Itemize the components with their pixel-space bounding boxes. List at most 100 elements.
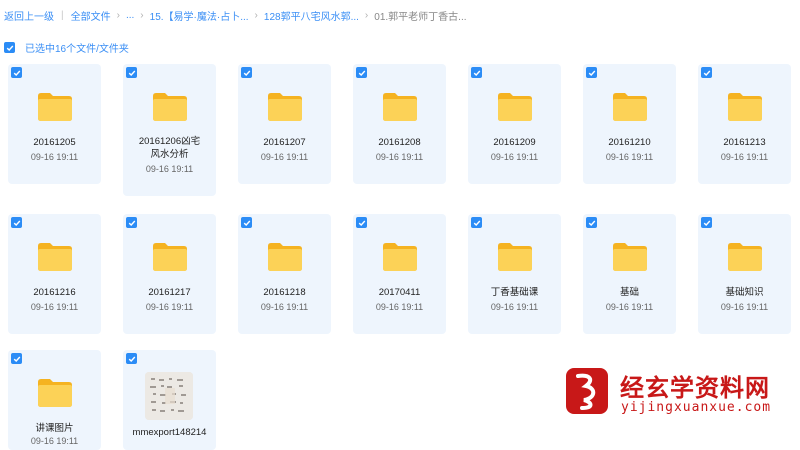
check-icon [13, 220, 20, 226]
folder-icon [383, 243, 417, 271]
folder-tile[interactable]: 丁香基础课 09-16 19:11 [468, 214, 561, 334]
item-name: 20161206凶宅风水分析 [138, 136, 201, 160]
folder-icon [613, 243, 647, 271]
item-checkbox[interactable] [356, 67, 367, 78]
folder-icon [728, 243, 762, 271]
chevron-right-icon: › [364, 9, 369, 21]
check-icon [128, 356, 135, 362]
image-thumbnail [145, 372, 193, 420]
folder-icon [38, 243, 72, 271]
folder-tile[interactable]: 基础 09-16 19:11 [583, 214, 676, 334]
item-checkbox[interactable] [241, 67, 252, 78]
item-date: 09-16 19:11 [375, 152, 424, 162]
check-icon [13, 356, 20, 362]
item-date: 09-16 19:11 [375, 302, 424, 312]
folder-tile[interactable]: 20161217 09-16 19:11 [123, 214, 216, 334]
check-icon [473, 70, 480, 76]
selection-summary: 已选中16个文件/文件夹 [25, 44, 129, 55]
item-checkbox[interactable] [11, 353, 22, 364]
item-checkbox[interactable] [356, 217, 367, 228]
chevron-right-icon: › [116, 9, 120, 21]
folder-tile[interactable]: 20161208 09-16 19:11 [353, 64, 446, 184]
item-checkbox[interactable] [241, 217, 252, 228]
check-icon [703, 220, 710, 226]
breadcrumb-all-files[interactable]: 全部文件 [71, 8, 111, 23]
separator: | [61, 9, 64, 21]
breadcrumb-current: 01.郭平老师丁香古... [374, 11, 467, 23]
item-name: 讲课图片 [35, 423, 74, 434]
folder-icon [38, 379, 72, 407]
item-checkbox[interactable] [126, 217, 137, 228]
file-tile[interactable]: mmexport148214 [123, 350, 216, 450]
folder-icon [268, 93, 302, 121]
item-name: 20161217 [148, 287, 191, 298]
folder-tile[interactable]: 20161218 09-16 19:11 [238, 214, 331, 334]
folder-tile[interactable]: 20161205 09-16 19:11 [8, 64, 101, 184]
breadcrumb-level1[interactable]: 15.【易学·魔法·占卜... [150, 8, 249, 23]
item-date: 09-16 19:11 [605, 302, 654, 312]
folder-tile[interactable]: 20170411 09-16 19:11 [353, 214, 446, 334]
folder-icon [728, 93, 762, 121]
item-name: 20161205 [33, 137, 76, 148]
watermark-site-name: 经玄学资料网 [620, 374, 770, 402]
item-checkbox[interactable] [11, 67, 22, 78]
item-name: 丁香基础课 [490, 287, 539, 298]
watermark-url: yijingxuanxue.com [621, 400, 772, 415]
folder-tile[interactable]: 基础知识 09-16 19:11 [698, 214, 791, 334]
item-date: 09-16 19:11 [260, 302, 309, 312]
check-icon [588, 70, 595, 76]
item-date: 09-16 19:11 [490, 302, 539, 312]
check-icon [243, 70, 250, 76]
folder-tile[interactable]: 20161207 09-16 19:11 [238, 64, 331, 184]
item-name: 20161216 [33, 287, 76, 298]
folder-icon [153, 243, 187, 271]
item-name: mmexport148214 [132, 427, 207, 438]
seal-logo-icon [566, 368, 608, 414]
item-checkbox[interactable] [471, 67, 482, 78]
item-date: 09-16 19:11 [30, 436, 79, 446]
check-icon [128, 70, 135, 76]
breadcrumb-level2[interactable]: 128郭平八宅风水郭... [264, 8, 359, 23]
item-checkbox[interactable] [471, 217, 482, 228]
item-name: 20161210 [608, 137, 651, 148]
select-all-checkbox[interactable] [4, 42, 15, 53]
item-name: 基础知识 [725, 287, 764, 298]
item-name: 20161218 [263, 287, 306, 298]
item-date: 09-16 19:11 [260, 152, 309, 162]
item-date: 09-16 19:11 [145, 302, 194, 312]
item-name: 20161207 [263, 137, 306, 148]
chevron-right-icon: › [140, 9, 144, 21]
chevron-right-icon: › [254, 9, 258, 21]
folder-tile[interactable]: 讲课图片 09-16 19:11 [8, 350, 101, 450]
item-checkbox[interactable] [11, 217, 22, 228]
folder-icon [613, 93, 647, 121]
item-checkbox[interactable] [126, 353, 137, 364]
folder-icon [153, 93, 187, 121]
folder-tile[interactable]: 20161213 09-16 19:11 [698, 64, 791, 184]
check-icon [6, 45, 13, 51]
check-icon [358, 220, 365, 226]
item-checkbox[interactable] [586, 217, 597, 228]
folder-tile[interactable]: 20161209 09-16 19:11 [468, 64, 561, 184]
back-link[interactable]: 返回上一级 [4, 8, 54, 23]
breadcrumb-ellipsis[interactable]: ... [126, 10, 134, 21]
item-name: 基础 [619, 287, 639, 298]
item-checkbox[interactable] [126, 67, 137, 78]
item-checkbox[interactable] [586, 67, 597, 78]
folder-tile[interactable]: 20161216 09-16 19:11 [8, 214, 101, 334]
item-name: 20170411 [378, 287, 421, 298]
item-checkbox[interactable] [701, 67, 712, 78]
breadcrumb: 返回上一级 | 全部文件 › ... › 15.【易学·魔法·占卜... › 1… [4, 6, 467, 24]
folder-icon [498, 243, 532, 271]
folder-icon [268, 243, 302, 271]
folder-tile[interactable]: 20161210 09-16 19:11 [583, 64, 676, 184]
folder-tile[interactable]: 20161206凶宅风水分析 09-16 19:11 [123, 64, 216, 196]
item-name: 20161209 [493, 137, 536, 148]
check-icon [358, 70, 365, 76]
watermark: 经玄学资料网 yijingxuanxue.com [560, 364, 800, 424]
check-icon [128, 220, 135, 226]
item-date: 09-16 19:11 [720, 152, 769, 162]
item-date: 09-16 19:11 [490, 152, 539, 162]
item-checkbox[interactable] [701, 217, 712, 228]
folder-icon [383, 93, 417, 121]
